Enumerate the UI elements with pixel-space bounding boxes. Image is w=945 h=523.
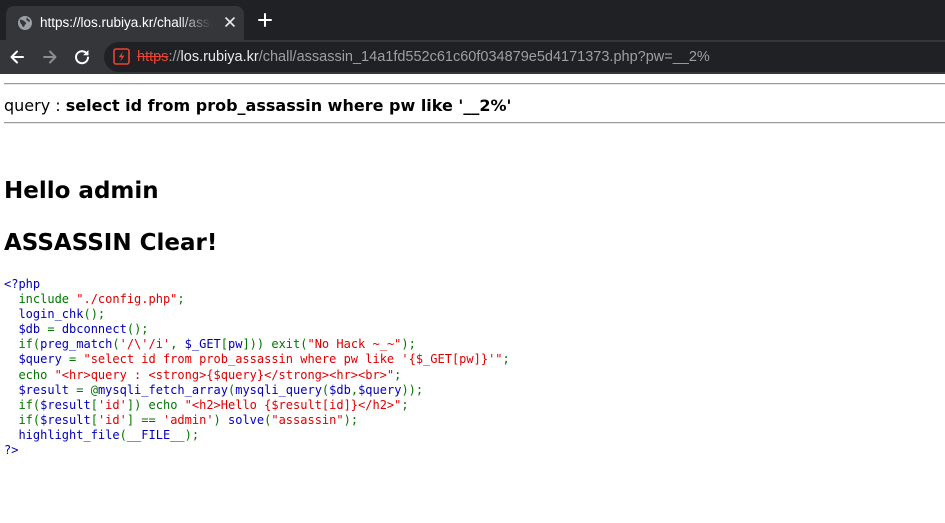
code-token: 'admin' xyxy=(162,412,214,427)
url-host: los.rubiya.kr xyxy=(180,49,259,65)
code-token: $_GET xyxy=(184,337,221,352)
code-token: $query xyxy=(358,382,402,397)
code-token: , xyxy=(170,337,185,352)
code-token: "select id from prob_assassin where pw l… xyxy=(83,352,503,367)
code-token: dbconnect xyxy=(61,322,127,337)
arrow-right-icon[interactable] xyxy=(41,48,59,66)
code-token: [ xyxy=(220,337,228,352)
query-label: query : xyxy=(4,96,66,115)
code-token: $db xyxy=(4,322,48,337)
code-token: ] == xyxy=(126,412,163,427)
code-token: mysqli_fetch_array xyxy=(97,382,228,397)
code-token: 'id' xyxy=(97,412,127,427)
code-token: pw xyxy=(228,337,243,352)
divider-top xyxy=(4,83,945,85)
code-token: "No Hack ~_~" xyxy=(307,337,402,352)
code-token: ( xyxy=(112,337,120,352)
code-token: ); xyxy=(184,427,200,442)
code-token: highlight_file xyxy=(4,427,120,442)
code-line: $query = "select id from prob_assassin w… xyxy=(4,352,510,367)
plus-icon[interactable] xyxy=(257,12,273,28)
url-scheme: https xyxy=(137,49,169,65)
code-token: ; xyxy=(394,367,402,382)
code-token: include xyxy=(4,292,77,307)
code-token: (); xyxy=(126,322,149,337)
code-token: $result xyxy=(4,382,77,397)
code-token: $query xyxy=(4,352,70,367)
code-token: , xyxy=(350,382,359,397)
code-line: include "./config.php"; xyxy=(4,292,510,307)
code-line: echo "<hr>query : <strong>{$query}</stro… xyxy=(4,368,510,383)
code-token: ( xyxy=(119,427,127,442)
arrow-left-icon[interactable] xyxy=(8,48,26,66)
code-token: ; xyxy=(502,352,510,367)
tab-title: https://los.rubiya.kr/chall/assassin_14a… xyxy=(40,15,212,30)
code-token: ; xyxy=(401,397,409,412)
code-token: $db xyxy=(329,382,351,397)
code-token: $result xyxy=(40,397,91,412)
clear-heading: ASSASSIN Clear! xyxy=(4,230,218,256)
code-line: <?php xyxy=(4,277,510,292)
hello-heading: Hello admin xyxy=(4,178,159,204)
code-token: 'id' xyxy=(97,397,127,412)
code-line: ?> xyxy=(4,443,510,458)
code-token: = xyxy=(69,352,84,367)
code-token: echo xyxy=(4,367,55,382)
code-token: = xyxy=(47,322,62,337)
code-token: )); xyxy=(401,382,424,397)
code-token: preg_match xyxy=(40,337,113,352)
close-icon[interactable] xyxy=(222,14,238,30)
code-token: if( xyxy=(4,412,41,427)
code-token: '/\'/i' xyxy=(119,337,171,352)
code-token: ?> xyxy=(4,443,19,458)
divider-bottom xyxy=(4,122,945,124)
url-text[interactable]: https://los.rubiya.kr/chall/assassin_14a… xyxy=(137,48,710,66)
code-token: "<hr>query : <strong>{$query}</strong><h… xyxy=(54,367,395,382)
code-token: ; xyxy=(177,292,185,307)
code-token: = @ xyxy=(76,382,98,397)
url-separator: :// xyxy=(168,49,181,65)
code-token: [ xyxy=(90,412,98,427)
code-token: if( xyxy=(4,337,41,352)
reload-icon[interactable] xyxy=(73,48,91,66)
code-line: login_chk(); xyxy=(4,307,510,322)
code-token: <?php xyxy=(4,277,41,291)
globe-icon xyxy=(18,16,32,30)
code-token: "assassin" xyxy=(271,412,344,427)
code-line: highlight_file(__FILE__); xyxy=(4,428,510,443)
code-token: login_chk xyxy=(4,307,84,322)
code-token: ); xyxy=(343,412,359,427)
code-token: [ xyxy=(90,397,98,412)
code-token: ) xyxy=(213,412,228,427)
code-token: solve xyxy=(228,412,265,427)
code-token: "<h2>Hello {$result[id]}</h2>" xyxy=(184,397,402,412)
code-token: ]) echo xyxy=(126,397,185,412)
source-code: <?php include "./config.php"; login_chk(… xyxy=(4,277,510,458)
code-token: "./config.php" xyxy=(76,292,178,307)
code-token: mysqli_query xyxy=(235,382,322,397)
query-sql: select id from prob_assassin where pw li… xyxy=(65,96,512,115)
code-line: $result = @mysqli_fetch_array(mysqli_que… xyxy=(4,383,510,398)
code-token: ); xyxy=(401,337,416,352)
code-line: if(preg_match('/\'/i', $_GET[pw])) exit(… xyxy=(4,337,510,352)
code-token: (); xyxy=(83,307,106,322)
code-token: $result xyxy=(40,412,91,427)
code-token: ])) exit( xyxy=(242,337,308,352)
code-line: if($result['id'] == 'admin') solve("assa… xyxy=(4,413,510,428)
code-line: if($result['id']) echo "<h2>Hello {$resu… xyxy=(4,398,510,413)
not-secure-icon[interactable] xyxy=(113,48,130,65)
url-path: /chall/assassin_14a1fd552c61c60f034879e5… xyxy=(258,49,710,65)
browser-tab[interactable]: https://los.rubiya.kr/chall/assassin_14a… xyxy=(6,6,244,40)
code-token: __FILE__ xyxy=(126,427,185,442)
code-line: $db = dbconnect(); xyxy=(4,322,510,337)
query-line: query : select id from prob_assassin whe… xyxy=(4,95,511,117)
code-token: if( xyxy=(4,397,41,412)
